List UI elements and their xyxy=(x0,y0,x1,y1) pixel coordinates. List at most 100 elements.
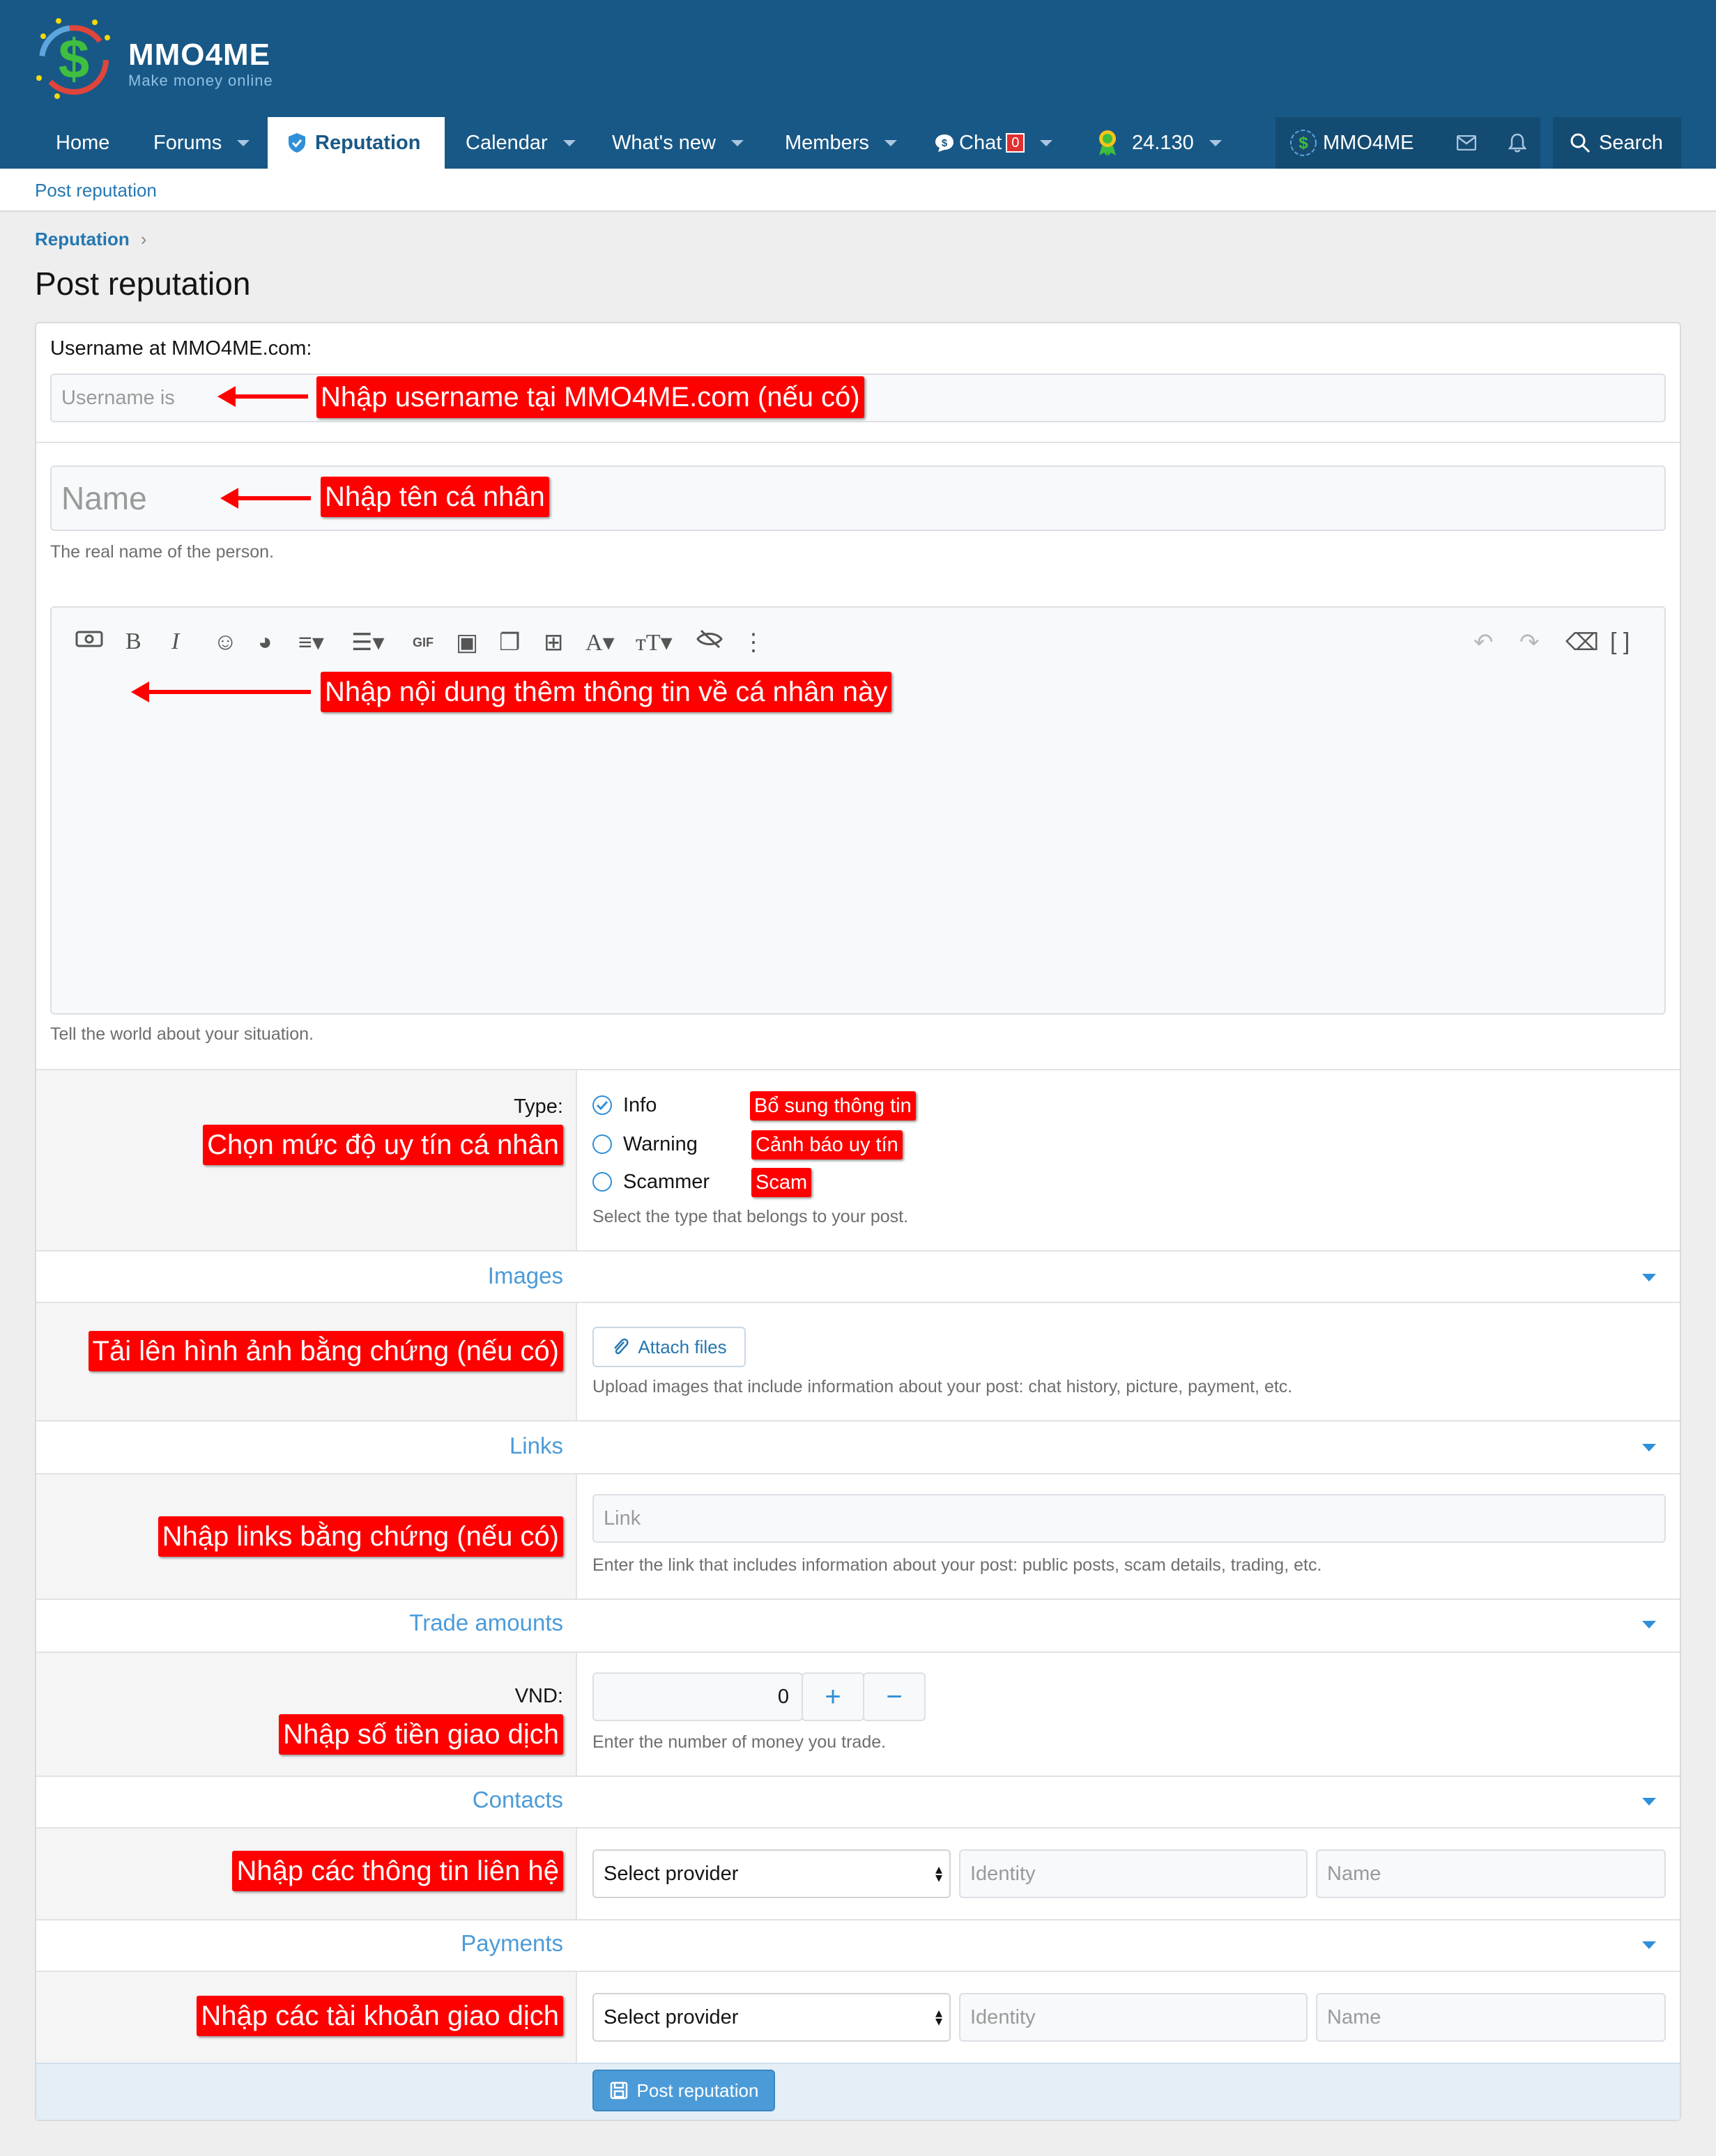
chat-bubble-icon: $ xyxy=(935,134,953,152)
divider xyxy=(576,1653,577,1776)
nav-reputation-label: Reputation xyxy=(315,131,421,154)
link-input[interactable]: Link xyxy=(592,1494,1666,1543)
annotation-trade: Nhập số tiền giao dịch xyxy=(279,1714,563,1755)
nav-forums[interactable]: Forums xyxy=(153,117,250,169)
logo-dollar-icon[interactable]: $ xyxy=(31,14,121,102)
inbox-button[interactable] xyxy=(1439,117,1494,169)
toolbar-emoji-icon[interactable]: ☺ xyxy=(213,629,238,656)
chevron-down-icon[interactable] xyxy=(562,139,576,146)
divider xyxy=(36,1069,1680,1070)
toolbar-more-icon[interactable]: ⋮ xyxy=(742,629,765,656)
contacts-provider-select[interactable]: Select provider ▴ ▾ xyxy=(592,1849,951,1898)
divider xyxy=(576,1828,577,1919)
toolbar-text-size-icon[interactable]: тT▾ xyxy=(636,629,673,656)
payments-identity-input[interactable]: Identity xyxy=(959,1993,1308,2042)
type-info-radio[interactable] xyxy=(592,1095,612,1115)
contacts-section-header[interactable]: Contacts xyxy=(473,1787,563,1813)
nav-calendar[interactable]: Calendar xyxy=(466,117,576,169)
nav-reputation[interactable]: Reputation xyxy=(268,117,445,169)
nav-chat[interactable]: $ Chat 0 xyxy=(934,117,1053,169)
links-hint: Enter the link that includes information… xyxy=(592,1555,1322,1575)
divider xyxy=(36,1302,1680,1303)
type-warning-label[interactable]: Warning xyxy=(623,1133,698,1156)
type-scammer-radio[interactable] xyxy=(592,1172,612,1192)
search-label: Search xyxy=(1599,131,1663,154)
toolbar-bbcode-icon[interactable]: [ ] xyxy=(1610,629,1630,656)
toolbar-eraser-icon[interactable]: ⌫ xyxy=(1565,629,1599,656)
nav-account[interactable]: $ MMO4ME xyxy=(1275,117,1439,169)
content-editor[interactable]: B I ☺ ◕ ≡▾ ☰▾ GIF ▣ ❐ ⊞ A▾ тT▾ ⋮ ↶ ↷ ⌫ [… xyxy=(50,606,1666,1015)
toolbar-redo-icon[interactable]: ↷ xyxy=(1519,629,1540,656)
contacts-identity-input[interactable]: Identity xyxy=(959,1849,1308,1898)
chevron-down-icon[interactable] xyxy=(1642,1941,1656,1949)
name-placeholder: Name xyxy=(61,480,147,516)
chevron-down-icon[interactable] xyxy=(1642,1444,1656,1452)
annotation-username: Nhập username tại MMO4ME.com (nếu có) xyxy=(316,376,864,418)
toolbar-gallery-icon[interactable]: ❐ xyxy=(499,629,520,656)
divider xyxy=(36,1473,1680,1474)
annotation-content: Nhập nội dung thêm thông tin về cá nhân … xyxy=(321,672,892,712)
toolbar-media-icon[interactable] xyxy=(75,629,103,656)
editor-hint: Tell the world about your situation. xyxy=(50,1024,314,1044)
bell-icon xyxy=(1508,133,1526,153)
type-warning-radio[interactable] xyxy=(592,1134,612,1154)
toolbar-image-icon[interactable]: ▣ xyxy=(456,629,478,656)
chevron-down-icon[interactable] xyxy=(1209,139,1222,146)
attach-files-button[interactable]: Attach files xyxy=(592,1327,746,1367)
chevron-down-icon[interactable] xyxy=(237,139,250,146)
type-hint: Select the type that belongs to your pos… xyxy=(592,1207,909,1226)
toolbar-list-icon[interactable]: ☰▾ xyxy=(351,629,385,656)
search-button[interactable]: Search xyxy=(1553,117,1681,169)
chevron-down-icon[interactable] xyxy=(730,139,744,146)
toolbar-hide-icon[interactable] xyxy=(696,629,723,656)
toolbar-undo-icon[interactable]: ↶ xyxy=(1473,629,1494,656)
nav-home[interactable]: Home xyxy=(56,117,109,169)
images-section-header[interactable]: Images xyxy=(488,1263,563,1289)
divider xyxy=(36,1919,1680,1920)
payments-provider-value: Select provider xyxy=(604,2005,739,2028)
toolbar-gif-icon[interactable]: GIF xyxy=(413,636,434,650)
toolbar-bold-icon[interactable]: B xyxy=(125,629,141,655)
logo-title[interactable]: MMO4ME xyxy=(128,38,270,72)
payments-name-input[interactable]: Name xyxy=(1316,1993,1666,2042)
contacts-name-placeholder: Name xyxy=(1327,1862,1381,1885)
payments-provider-select[interactable]: Select provider ▴ ▾ xyxy=(592,1993,951,2042)
form-submit-row xyxy=(36,2063,1680,2120)
toolbar-italic-icon[interactable]: I xyxy=(171,629,179,655)
decrement-button[interactable]: − xyxy=(863,1672,926,1721)
toolbar-color-icon[interactable]: ◕ xyxy=(258,629,273,656)
payments-section-header[interactable]: Payments xyxy=(461,1930,563,1957)
search-icon xyxy=(1570,133,1591,153)
links-section-header[interactable]: Links xyxy=(510,1433,563,1459)
nav-whats-new[interactable]: What's new xyxy=(612,117,744,169)
breadcrumb-reputation[interactable]: Reputation xyxy=(35,229,130,249)
name-hint: The real name of the person. xyxy=(50,542,275,562)
type-scammer-label[interactable]: Scammer xyxy=(623,1171,710,1194)
subnav-post-reputation[interactable]: Post reputation xyxy=(35,180,157,201)
post-reputation-button[interactable]: Post reputation xyxy=(592,2070,775,2111)
nav-members[interactable]: Members xyxy=(785,117,897,169)
type-info-label[interactable]: Info xyxy=(623,1094,657,1117)
annotation-type: Chọn mức độ uy tín cá nhân xyxy=(203,1125,563,1165)
chevron-down-icon[interactable] xyxy=(1642,1798,1656,1805)
payments-name-placeholder: Name xyxy=(1327,2005,1381,2028)
increment-button[interactable]: + xyxy=(802,1672,864,1721)
toolbar-table-icon[interactable]: ⊞ xyxy=(544,629,564,656)
breadcrumb[interactable]: Reputation › xyxy=(35,229,146,250)
select-arrows-icon: ▴ ▾ xyxy=(935,1862,942,1886)
vnd-input[interactable]: 0 xyxy=(592,1672,803,1721)
toolbar-font-icon[interactable]: A▾ xyxy=(585,629,615,656)
envelope-icon xyxy=(1457,135,1476,151)
alerts-button[interactable] xyxy=(1494,117,1540,169)
chevron-down-icon[interactable] xyxy=(1642,1274,1656,1281)
trade-section-header[interactable]: Trade amounts xyxy=(409,1610,563,1636)
chevron-down-icon[interactable] xyxy=(884,139,897,146)
chevron-down-icon[interactable] xyxy=(1040,139,1053,146)
toolbar-align-icon[interactable]: ≡▾ xyxy=(298,629,324,656)
annotation-info: Bổ sung thông tin xyxy=(750,1091,916,1121)
nav-whats-new-label: What's new xyxy=(612,131,716,154)
chevron-right-icon: › xyxy=(140,229,147,249)
chevron-down-icon[interactable] xyxy=(1642,1621,1656,1628)
contacts-name-input[interactable]: Name xyxy=(1316,1849,1666,1898)
nav-credits[interactable]: 24.130 xyxy=(1096,117,1222,169)
